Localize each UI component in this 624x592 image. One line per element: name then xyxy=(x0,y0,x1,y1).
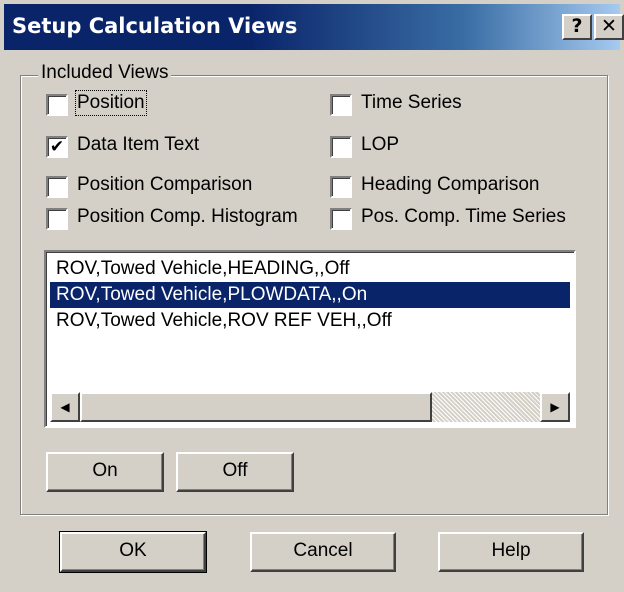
checkbox-label: Heading Comparison xyxy=(361,174,540,195)
scroll-left-icon[interactable]: ◀ xyxy=(50,392,80,422)
help-title-button[interactable]: ? xyxy=(562,14,592,40)
checkbox-box[interactable] xyxy=(46,176,68,198)
list-item[interactable]: ROV,Towed Vehicle,HEADING,,Off xyxy=(50,256,570,282)
scrollbar-thumb[interactable] xyxy=(80,392,432,422)
horizontal-scrollbar[interactable]: ◀ ▶ xyxy=(50,392,570,422)
check-icon[interactable]: ✔ xyxy=(46,136,68,158)
checkbox-label: Pos. Comp. Time Series xyxy=(361,206,566,227)
title-bar[interactable]: Setup Calculation Views ? ✕ xyxy=(4,4,624,50)
checkbox-box[interactable] xyxy=(330,94,352,116)
checkbox-label: Position Comparison xyxy=(77,174,253,195)
checkbox-label: Position Comp. Histogram xyxy=(77,206,298,227)
cancel-button[interactable]: Cancel xyxy=(250,532,396,572)
on-button[interactable]: On xyxy=(46,452,164,492)
checkbox-box[interactable] xyxy=(46,208,68,230)
checkbox-label: Data Item Text xyxy=(77,134,200,155)
checkbox-label: Time Series xyxy=(361,92,462,113)
list-item[interactable]: ROV,Towed Vehicle,ROV REF VEH,,Off xyxy=(50,308,570,334)
ok-button[interactable]: OK xyxy=(59,531,207,573)
checkbox-box[interactable] xyxy=(46,94,68,116)
checkbox-box[interactable] xyxy=(330,136,352,158)
close-icon[interactable]: ✕ xyxy=(594,14,624,40)
window-title: Setup Calculation Views xyxy=(12,14,298,38)
checkbox-box[interactable] xyxy=(330,208,352,230)
setup-calculation-views-dialog: Setup Calculation Views ? ✕ Included Vie… xyxy=(0,0,624,592)
help-button[interactable]: Help xyxy=(438,532,584,572)
checkbox-label: Position xyxy=(75,90,147,116)
off-button[interactable]: Off xyxy=(176,452,294,492)
scroll-right-icon[interactable]: ▶ xyxy=(540,392,570,422)
checkbox-box[interactable] xyxy=(330,176,352,198)
views-listbox[interactable]: ROV,Towed Vehicle,HEADING,,Off ROV,Towed… xyxy=(44,250,576,428)
included-views-label: Included Views xyxy=(38,62,172,84)
scrollbar-track[interactable] xyxy=(432,392,540,422)
list-item-selected[interactable]: ROV,Towed Vehicle,PLOWDATA,,On xyxy=(50,282,570,308)
checkbox-label: LOP xyxy=(361,134,400,155)
